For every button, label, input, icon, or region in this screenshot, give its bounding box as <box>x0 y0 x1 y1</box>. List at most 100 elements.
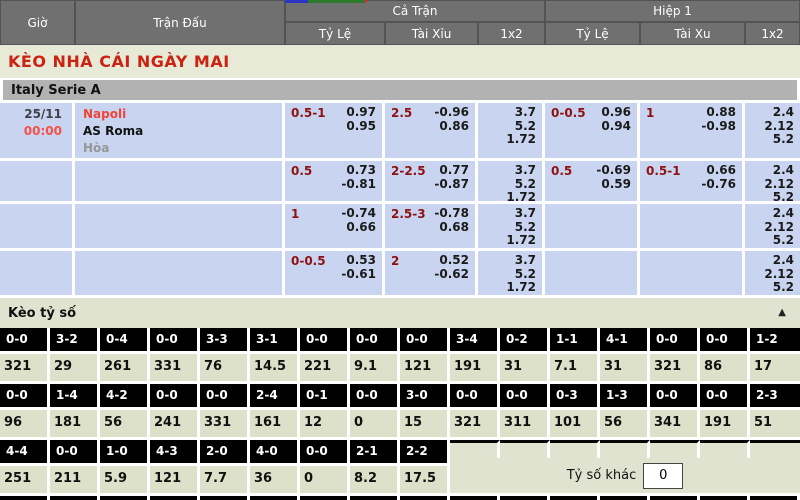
odds-cell-h1-1x2[interactable]: 2.42.125.2 <box>745 161 800 204</box>
odds-value[interactable]: 2.12 <box>745 268 794 282</box>
score-odds[interactable]: 12 <box>300 410 350 440</box>
odds-cell-ft-overunder[interactable]: 2.5-0.960.86 <box>385 103 478 161</box>
score-odds[interactable]: 321 <box>450 410 500 440</box>
odds-value[interactable]: 1.72 <box>478 281 536 295</box>
odds-value[interactable]: -0.87 <box>434 178 469 192</box>
score-odds[interactable]: 31 <box>500 354 550 384</box>
score-odds[interactable]: 221 <box>300 354 350 384</box>
odds-cell-h1-overunder[interactable]: 10.88-0.98 <box>640 103 745 161</box>
odds-cell-ft-1x2[interactable]: 3.75.21.72 <box>478 251 545 298</box>
score-odds[interactable]: 29 <box>50 354 100 384</box>
score-odds[interactable]: 251 <box>0 466 50 496</box>
odds-value[interactable]: 5.2 <box>478 268 536 282</box>
odds-cell-ft-handicap[interactable]: 0.5-10.970.95 <box>285 103 385 161</box>
score-odds[interactable]: 331 <box>200 410 250 440</box>
odds-value[interactable]: 3.7 <box>478 164 536 178</box>
odds-cell-h1-1x2[interactable]: 2.42.125.2 <box>745 204 800 251</box>
score-odds[interactable]: 7.1 <box>550 354 600 384</box>
odds-cell-ft-overunder[interactable]: 20.52-0.62 <box>385 251 478 298</box>
other-score-input[interactable] <box>643 463 683 489</box>
score-odds[interactable]: 191 <box>700 410 750 440</box>
score-odds[interactable]: 76 <box>200 354 250 384</box>
odds-cell-ft-overunder[interactable]: 2.5-3-0.780.68 <box>385 204 478 251</box>
score-odds[interactable]: 56 <box>100 410 150 440</box>
odds-value[interactable]: -0.96 <box>434 106 469 120</box>
score-odds[interactable]: 0 <box>350 410 400 440</box>
odds-value[interactable]: 0.95 <box>346 120 376 134</box>
score-odds[interactable]: 15 <box>400 410 450 440</box>
odds-value[interactable]: 5.2 <box>745 234 794 248</box>
odds-value[interactable]: 1.72 <box>478 133 536 147</box>
odds-value[interactable]: 5.2 <box>478 221 536 235</box>
score-odds[interactable]: 31 <box>600 354 650 384</box>
odds-value[interactable]: 5.2 <box>745 133 794 147</box>
odds-value[interactable]: -0.69 <box>596 164 631 178</box>
odds-value[interactable]: 2.12 <box>745 178 794 192</box>
odds-value[interactable]: 3.7 <box>478 106 536 120</box>
odds-value[interactable]: -0.78 <box>434 207 469 221</box>
odds-value[interactable]: 5.2 <box>478 120 536 134</box>
odds-value[interactable]: 0.96 <box>601 106 631 120</box>
odds-value[interactable]: 2.12 <box>745 221 794 235</box>
score-odds[interactable]: 9.1 <box>350 354 400 384</box>
odds-value[interactable]: -0.98 <box>701 120 736 134</box>
odds-value[interactable]: 3.7 <box>478 207 536 221</box>
odds-value[interactable]: 0.66 <box>341 221 376 235</box>
score-odds[interactable]: 181 <box>50 410 100 440</box>
odds-value[interactable]: 2.4 <box>745 106 794 120</box>
score-odds[interactable]: 321 <box>0 354 50 384</box>
odds-cell-ft-1x2[interactable]: 3.75.21.72 <box>478 103 545 161</box>
odds-value[interactable]: 0.88 <box>701 106 736 120</box>
score-odds[interactable]: 211 <box>50 466 100 496</box>
odds-value[interactable]: 0.68 <box>434 221 469 235</box>
odds-value[interactable]: -0.62 <box>434 268 469 282</box>
odds-cell-ft-overunder[interactable]: 2-2.50.77-0.87 <box>385 161 478 204</box>
score-odds[interactable]: 5.9 <box>100 466 150 496</box>
score-odds[interactable]: 191 <box>450 354 500 384</box>
odds-cell-ft-handicap[interactable]: 1-0.740.66 <box>285 204 385 251</box>
odds-value[interactable]: 0.94 <box>601 120 631 134</box>
odds-cell-h1-1x2[interactable]: 2.42.125.2 <box>745 251 800 298</box>
odds-value[interactable]: 0.52 <box>434 254 469 268</box>
odds-cell-ft-1x2[interactable]: 3.75.21.72 <box>478 204 545 251</box>
odds-cell-h1-1x2[interactable]: 2.42.125.2 <box>745 103 800 161</box>
score-odds[interactable]: 86 <box>700 354 750 384</box>
odds-cell-h1-overunder[interactable]: 0.5-10.66-0.76 <box>640 161 745 204</box>
collapse-arrow-icon[interactable]: ▲ <box>778 308 786 318</box>
score-odds[interactable]: 161 <box>250 410 300 440</box>
odds-value[interactable]: 0.59 <box>596 178 631 192</box>
score-odds[interactable]: 331 <box>150 354 200 384</box>
score-odds[interactable]: 14.5 <box>250 354 300 384</box>
score-odds[interactable]: 311 <box>500 410 550 440</box>
score-odds[interactable]: 0 <box>300 466 350 496</box>
odds-value[interactable]: 5.2 <box>745 191 794 204</box>
odds-cell-ft-handicap[interactable]: 0-0.50.53-0.61 <box>285 251 385 298</box>
odds-value[interactable]: 0.66 <box>701 164 736 178</box>
score-odds[interactable]: 17.5 <box>400 466 450 496</box>
score-odds[interactable]: 51 <box>750 410 800 440</box>
score-odds[interactable]: 121 <box>400 354 450 384</box>
odds-value[interactable]: 2.4 <box>745 254 794 268</box>
score-odds[interactable]: 8.2 <box>350 466 400 496</box>
score-odds[interactable]: 261 <box>100 354 150 384</box>
score-odds[interactable]: 7.7 <box>200 466 250 496</box>
odds-value[interactable]: 0.97 <box>346 106 376 120</box>
score-odds[interactable]: 121 <box>150 466 200 496</box>
odds-value[interactable]: 5.2 <box>745 281 794 295</box>
score-odds[interactable]: 96 <box>0 410 50 440</box>
odds-value[interactable]: 0.53 <box>341 254 376 268</box>
odds-value[interactable]: 5.2 <box>478 178 536 192</box>
score-odds[interactable]: 321 <box>650 354 700 384</box>
score-odds[interactable]: 56 <box>600 410 650 440</box>
odds-value[interactable]: 3.7 <box>478 254 536 268</box>
score-odds[interactable]: 241 <box>150 410 200 440</box>
odds-value[interactable]: -0.76 <box>701 178 736 192</box>
odds-value[interactable]: 0.77 <box>434 164 469 178</box>
odds-cell-h1-handicap[interactable]: 0.5-0.690.59 <box>545 161 640 204</box>
score-odds[interactable]: 36 <box>250 466 300 496</box>
odds-value[interactable]: -0.61 <box>341 268 376 282</box>
score-odds[interactable]: 101 <box>550 410 600 440</box>
odds-value[interactable]: 2.12 <box>745 120 794 134</box>
odds-value[interactable]: 1.72 <box>478 234 536 248</box>
odds-value[interactable]: 0.73 <box>341 164 376 178</box>
